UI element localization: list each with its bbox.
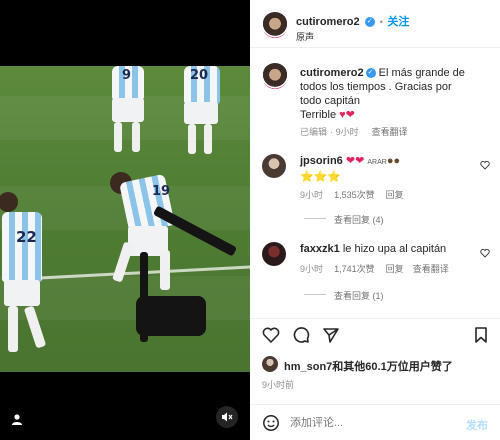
mute-icon[interactable] (216, 406, 238, 428)
verified-badge-icon: ✓ (365, 68, 376, 79)
comment-stars: ⭐⭐⭐ (300, 171, 342, 183)
caption-line: todos los tiempos . Gracias por (300, 81, 452, 93)
comment-likes[interactable]: 1,535次赞 (334, 190, 375, 200)
edited-label: 已编辑 (300, 127, 328, 137)
reply-button[interactable]: 回复 (386, 190, 404, 200)
comment-bubble-icon[interactable] (292, 326, 310, 344)
liker-avatar[interactable] (262, 356, 278, 372)
see-translation-button[interactable]: 查看翻译 (413, 264, 449, 274)
bookmark-icon[interactable] (472, 326, 490, 344)
caption-emoji: ♥❤ (339, 109, 355, 121)
jersey-number: 19 (152, 184, 171, 199)
post-time: 9小时 (335, 127, 359, 137)
commenter-avatar[interactable] (262, 154, 286, 178)
see-translation-button[interactable]: 查看翻译 (372, 127, 408, 137)
comment-like-icon[interactable] (480, 160, 490, 170)
video-frame[interactable]: 9 20 19 22 (0, 66, 250, 372)
comment-input[interactable] (290, 414, 450, 432)
author-avatar[interactable] (262, 63, 288, 89)
post-media[interactable]: 9 20 19 22 (0, 0, 250, 440)
commenter-username[interactable]: faxxzk1 (300, 243, 340, 255)
post-panel: cutiromero2 ✓ • 关注 原声 cutiromero2 ✓ El má… (250, 0, 500, 440)
comment-time: 9小时 (300, 190, 324, 200)
comment-extra-text: ARAR (367, 159, 387, 166)
like-heart-icon[interactable] (262, 326, 280, 344)
post-header: cutiromero2 ✓ • 关注 原声 (250, 0, 500, 48)
commenter-username[interactable]: jpsorin6 (300, 155, 343, 167)
verified-badge-icon: ✓ (364, 17, 375, 28)
commenter-avatar[interactable] (262, 242, 286, 266)
caption-line: El más grande de (378, 67, 465, 79)
likes-summary[interactable]: hm_son7和其他60.1万位用户赞了 (284, 358, 453, 374)
view-replies-button[interactable]: 查看回复 (1) (334, 289, 384, 302)
action-bar (250, 318, 500, 348)
jersey-number: 22 (16, 228, 37, 246)
reply-button[interactable]: 回复 (386, 264, 404, 274)
emoji-icon[interactable] (262, 414, 280, 432)
comment-emoji: ❤❤ (345, 155, 365, 167)
user-tag-icon[interactable] (10, 412, 24, 426)
caption-username[interactable]: cutiromero2 (300, 67, 364, 79)
post-caption: cutiromero2 ✓ El más grande de todos los … (300, 66, 490, 122)
comment-text: le hizo upa al capitán (342, 243, 447, 255)
caption-line: Terrible (300, 109, 337, 121)
follow-button[interactable]: 关注 (387, 16, 409, 28)
comment-composer: 发布 (250, 404, 500, 440)
post-comment-button[interactable]: 发布 (466, 417, 488, 433)
jersey-number: 20 (190, 68, 209, 83)
comment-item: jpsorin6 ❤❤ ARAR●● ⭐⭐⭐ 9小时 1,535次赞 回复 查看… (250, 150, 500, 230)
comment-time: 9小时 (300, 264, 324, 274)
comment-like-icon[interactable] (480, 248, 490, 258)
audio-label[interactable]: 原声 (296, 30, 314, 43)
jersey-number: 9 (122, 68, 132, 83)
caption-line: todo capitán (300, 95, 360, 107)
comment-item: faxxzk1 le hizo upa al capitán 9小时 1,741… (250, 238, 500, 308)
author-avatar[interactable] (262, 12, 288, 38)
comment-likes[interactable]: 1,741次赞 (334, 264, 375, 274)
post-relative-time: 9小时前 (262, 380, 295, 390)
share-send-icon[interactable] (322, 326, 340, 344)
view-replies-button[interactable]: 查看回复 (4) (334, 213, 384, 226)
author-username[interactable]: cutiromero2 (296, 16, 360, 28)
